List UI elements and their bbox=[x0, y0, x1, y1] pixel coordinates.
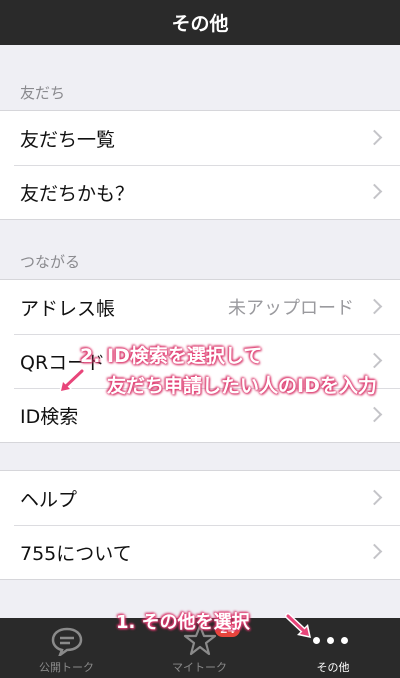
chevron-right-icon bbox=[366, 406, 383, 423]
speech-bubble-icon bbox=[51, 627, 83, 656]
more-dots-icon bbox=[313, 637, 348, 644]
section-label-connect: つながる bbox=[20, 253, 81, 271]
section-label-friends: 友だち bbox=[20, 84, 66, 102]
annotation-arrow-icon bbox=[285, 613, 311, 638]
header-bar: その他 bbox=[0, 0, 400, 45]
row-label: アドレス帳 bbox=[20, 297, 116, 320]
chevron-right-icon bbox=[366, 183, 383, 200]
chevron-right-icon bbox=[366, 543, 383, 560]
row-help[interactable]: ヘルプ bbox=[0, 471, 400, 525]
group-friends: 友だち一覧 友だちかも？ bbox=[0, 110, 400, 220]
row-friends-list[interactable]: 友だち一覧 bbox=[0, 111, 400, 165]
row-value: 未アップロード bbox=[228, 298, 354, 319]
row-label: 友だち一覧 bbox=[20, 128, 116, 151]
annotation-step2-line1: 2. ID検索を選択して bbox=[80, 345, 263, 367]
row-about[interactable]: 755について bbox=[0, 525, 400, 579]
tab-label: 公開トーク bbox=[39, 661, 94, 674]
chevron-right-icon bbox=[366, 129, 383, 146]
page-title: その他 bbox=[171, 13, 229, 35]
tab-public-talk[interactable]: 公開トーク bbox=[0, 618, 133, 678]
row-friend-suggestions[interactable]: 友だちかも？ bbox=[0, 165, 400, 219]
row-label: ID検索 bbox=[20, 405, 79, 428]
group-help: ヘルプ 755について bbox=[0, 470, 400, 580]
chevron-right-icon bbox=[366, 352, 383, 369]
chevron-right-icon bbox=[366, 489, 383, 506]
chevron-right-icon bbox=[366, 298, 383, 315]
settings-list: 友だち 友だち一覧 友だちかも？ つながる アドレス帳 未アップロード QRコー… bbox=[0, 45, 400, 618]
row-label: ヘルプ bbox=[20, 488, 78, 511]
annotation-step1: 1. その他を選択 bbox=[116, 612, 250, 633]
annotation-arrow-icon bbox=[59, 368, 85, 393]
tab-label: マイトーク bbox=[172, 661, 227, 674]
annotation-step2-line2: 友だち申請したい人のIDを入力 bbox=[107, 375, 377, 397]
tab-label: その他 bbox=[316, 661, 350, 674]
row-label: 755について bbox=[20, 542, 132, 565]
row-address-book[interactable]: アドレス帳 未アップロード bbox=[0, 280, 400, 334]
row-label: 友だちかも？ bbox=[20, 182, 135, 205]
